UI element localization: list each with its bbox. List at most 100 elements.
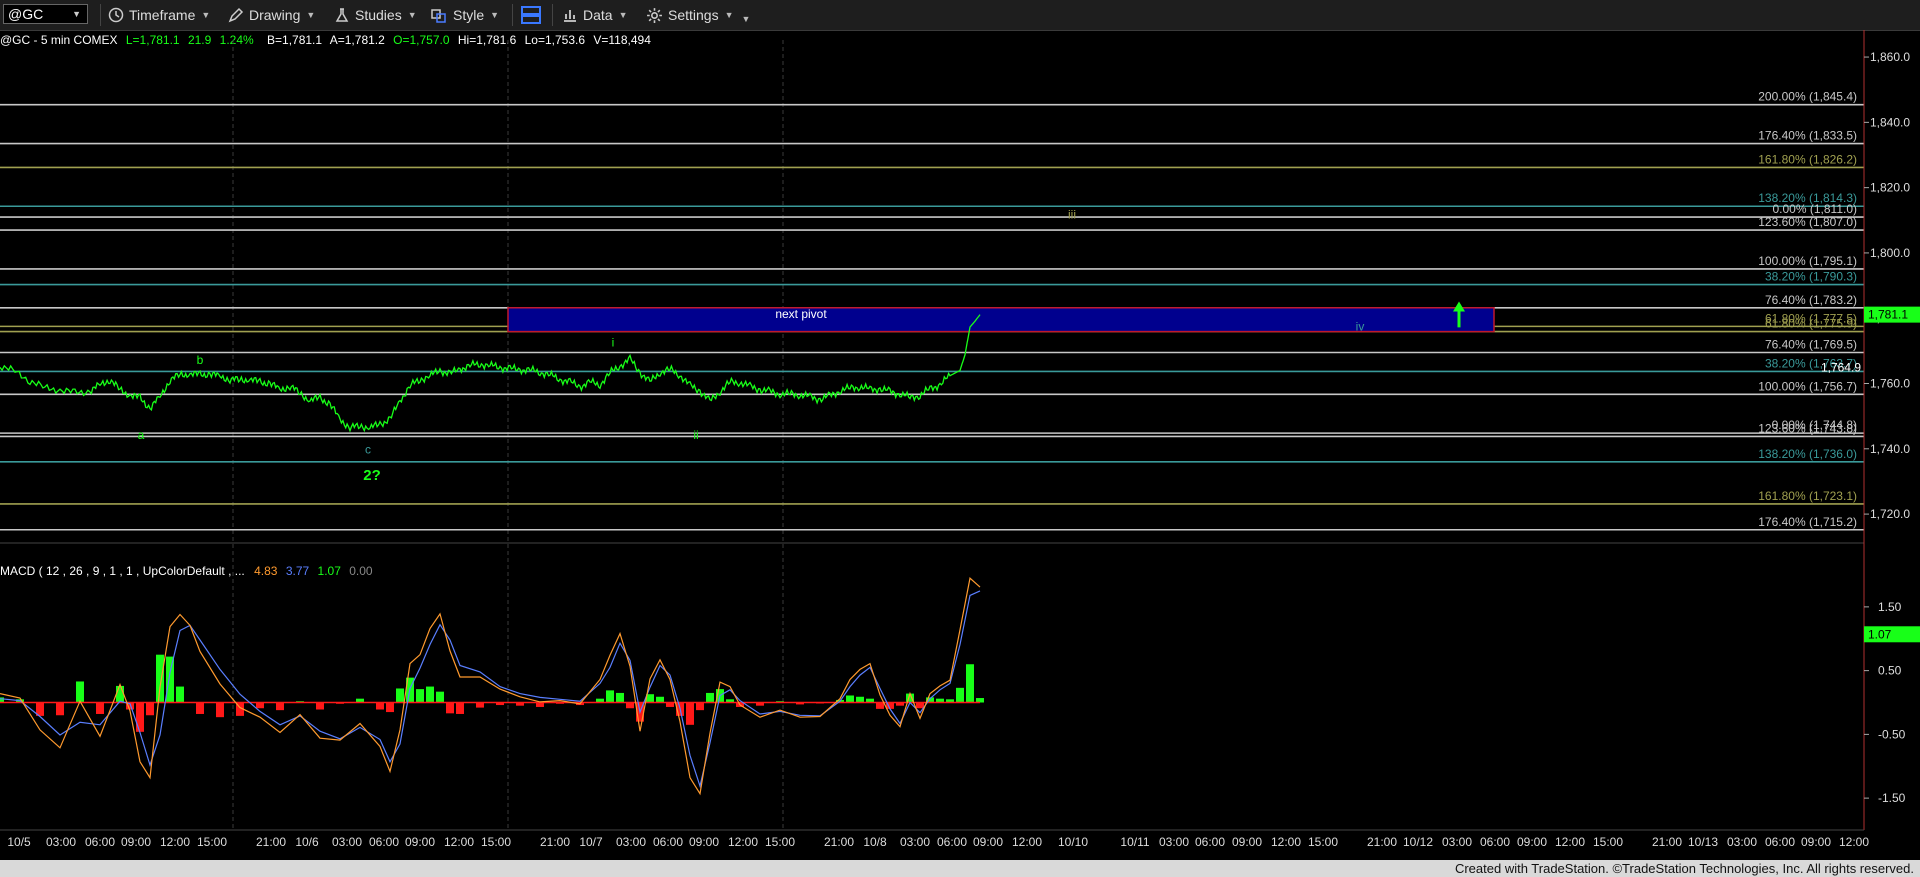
macd-tick-label: 0.50	[1878, 664, 1902, 678]
time-tick-label: 06:00	[937, 835, 967, 849]
time-tick-label: 10/8	[863, 835, 887, 849]
session-dividers	[232, 40, 784, 830]
drawing-menu[interactable]: Drawing ▼	[228, 0, 315, 30]
macd-histogram-bar	[396, 688, 404, 703]
wave-label: iv	[1356, 319, 1365, 333]
time-tick-label: 03:00	[1442, 835, 1472, 849]
timeframe-menu[interactable]: Timeframe ▼	[108, 0, 210, 30]
wave-label: i	[612, 336, 615, 350]
fib-label: 176.40% (1,833.5)	[1758, 129, 1857, 143]
macd-histogram-bar	[456, 702, 464, 714]
price-tick-label: 1,860.0	[1870, 50, 1910, 64]
header-open: O=1,757.0	[393, 33, 450, 47]
style-icon	[430, 7, 448, 23]
chevron-down-icon: ▼	[407, 10, 417, 20]
macd-value-text: 4.83	[254, 564, 278, 578]
macd-histogram-bar	[386, 702, 394, 713]
time-tick-label: 09:00	[973, 835, 1003, 849]
macd-histogram-bar	[176, 686, 184, 703]
data-menu[interactable]: Data ▼	[562, 0, 628, 30]
layout-button[interactable]	[520, 0, 547, 30]
time-tick-label: 03:00	[616, 835, 646, 849]
header-volume: V=118,494	[593, 33, 651, 47]
toolbar-separator	[100, 4, 101, 26]
macd-tick-label: -1.50	[1878, 791, 1906, 805]
symbol-input[interactable]: @GC ▼	[3, 4, 88, 24]
macd-tick-label: -0.50	[1878, 727, 1906, 741]
macd-histogram-bar	[966, 664, 974, 703]
macd-plot	[0, 577, 984, 796]
time-tick-label: 06:00	[369, 835, 399, 849]
time-tick-label: 06:00	[653, 835, 683, 849]
header-low: Lo=1,753.6	[525, 33, 586, 47]
time-tick-label: 12:00	[1555, 835, 1585, 849]
settings-menu[interactable]: Settings ▼ ▼	[646, 0, 750, 30]
price-tick-label: 1,820.0	[1870, 181, 1910, 195]
time-tick-label: 21:00	[540, 835, 570, 849]
macd-histogram-bar	[626, 702, 634, 709]
wave-label: b	[197, 353, 204, 367]
time-tick-label: 06:00	[85, 835, 115, 849]
price-tick-label: 1,800.0	[1870, 246, 1910, 260]
macd-histogram-bar	[376, 702, 384, 710]
pen-icon	[228, 7, 244, 23]
macd-histogram-bar	[656, 696, 664, 703]
toolbar-separator	[512, 4, 513, 26]
studies-label: Studies	[355, 7, 402, 23]
time-tick-label: 10/10	[1058, 835, 1088, 849]
arrow-head	[1453, 301, 1465, 312]
macd-histogram-bar	[916, 702, 924, 709]
toolbar-separator	[552, 4, 553, 26]
macd-signal-line	[0, 590, 981, 789]
header-change: 21.9	[188, 33, 212, 47]
level-label: 1,764.9	[1821, 361, 1861, 375]
last-price-label: 1,781.1	[1868, 308, 1908, 322]
wave-label: ii	[693, 428, 698, 442]
price-chart[interactable]: @GC - 5 min COMEX L=1,781.1 21.9 1.24% B…	[0, 30, 1920, 860]
header-bid: B=1,781.1	[267, 33, 322, 47]
time-tick-label: 03:00	[1159, 835, 1189, 849]
header-last: L=1,781.1	[126, 33, 180, 47]
gear-icon	[646, 7, 663, 24]
header-instrument: @GC - 5 min COMEX	[0, 33, 118, 47]
macd-histogram-bar	[856, 696, 864, 703]
time-tick-label: 15:00	[1593, 835, 1623, 849]
fib-label: 161.80% (1,723.1)	[1758, 489, 1857, 503]
macd-histogram-bar	[196, 702, 204, 714]
macd-histogram-bar	[956, 687, 964, 703]
wave-label: a	[138, 428, 145, 442]
header-ask: A=1,781.2	[330, 33, 385, 47]
time-tick-label: 15:00	[481, 835, 511, 849]
toolbar: @GC ▼ Timeframe ▼ Drawing ▼ Studies ▼ St…	[0, 0, 1920, 31]
chevron-down-icon: ▼	[618, 10, 628, 20]
price-tick-label: 1,760.0	[1870, 377, 1910, 391]
price-tick-label: 1,840.0	[1870, 115, 1910, 129]
time-tick-label: 09:00	[1517, 835, 1547, 849]
svg-text:@GC - 5 min COMEX L=1,7: @GC - 5 min COMEX L=1,781.1 21.9 1.24% B…	[0, 33, 651, 47]
macd-histogram-bar	[476, 702, 484, 708]
macd-histogram-bar	[76, 681, 84, 703]
studies-menu[interactable]: Studies ▼	[334, 0, 417, 30]
symbol-dropdown-icon[interactable]: ▼	[72, 9, 81, 19]
time-tick-label: 09:00	[121, 835, 151, 849]
time-tick-label: 15:00	[765, 835, 795, 849]
wave-label: 2?	[363, 467, 381, 484]
time-axis: 10/5 03:00 06:00 09:00 12:00 15:00 21:00 10/6 03…	[0, 829, 1869, 849]
time-tick-label: 09:00	[1801, 835, 1831, 849]
more-chevron-icon[interactable]: ▼	[742, 14, 751, 24]
macd-histogram-bar	[846, 695, 854, 703]
fib-label: 176.40% (1,715.2)	[1758, 515, 1857, 529]
style-menu[interactable]: Style ▼	[430, 0, 499, 30]
fib-label: 61.80% (1,775.9)	[1765, 317, 1857, 331]
time-tick-label: 03:00	[900, 835, 930, 849]
time-tick-label: 03:00	[46, 835, 76, 849]
macd-histogram-bar	[56, 702, 64, 716]
macd-histogram-bar	[166, 656, 174, 703]
macd-histogram-bar	[706, 692, 714, 703]
macd-histogram-bar	[276, 702, 284, 711]
clock-icon	[108, 7, 124, 23]
price-tick-label: 1,720.0	[1870, 507, 1910, 521]
fib-label: 123.60% (1,807.0)	[1758, 215, 1857, 229]
macd-histogram-bar	[876, 702, 884, 709]
fib-label: 100.00% (1,756.7)	[1758, 379, 1857, 393]
